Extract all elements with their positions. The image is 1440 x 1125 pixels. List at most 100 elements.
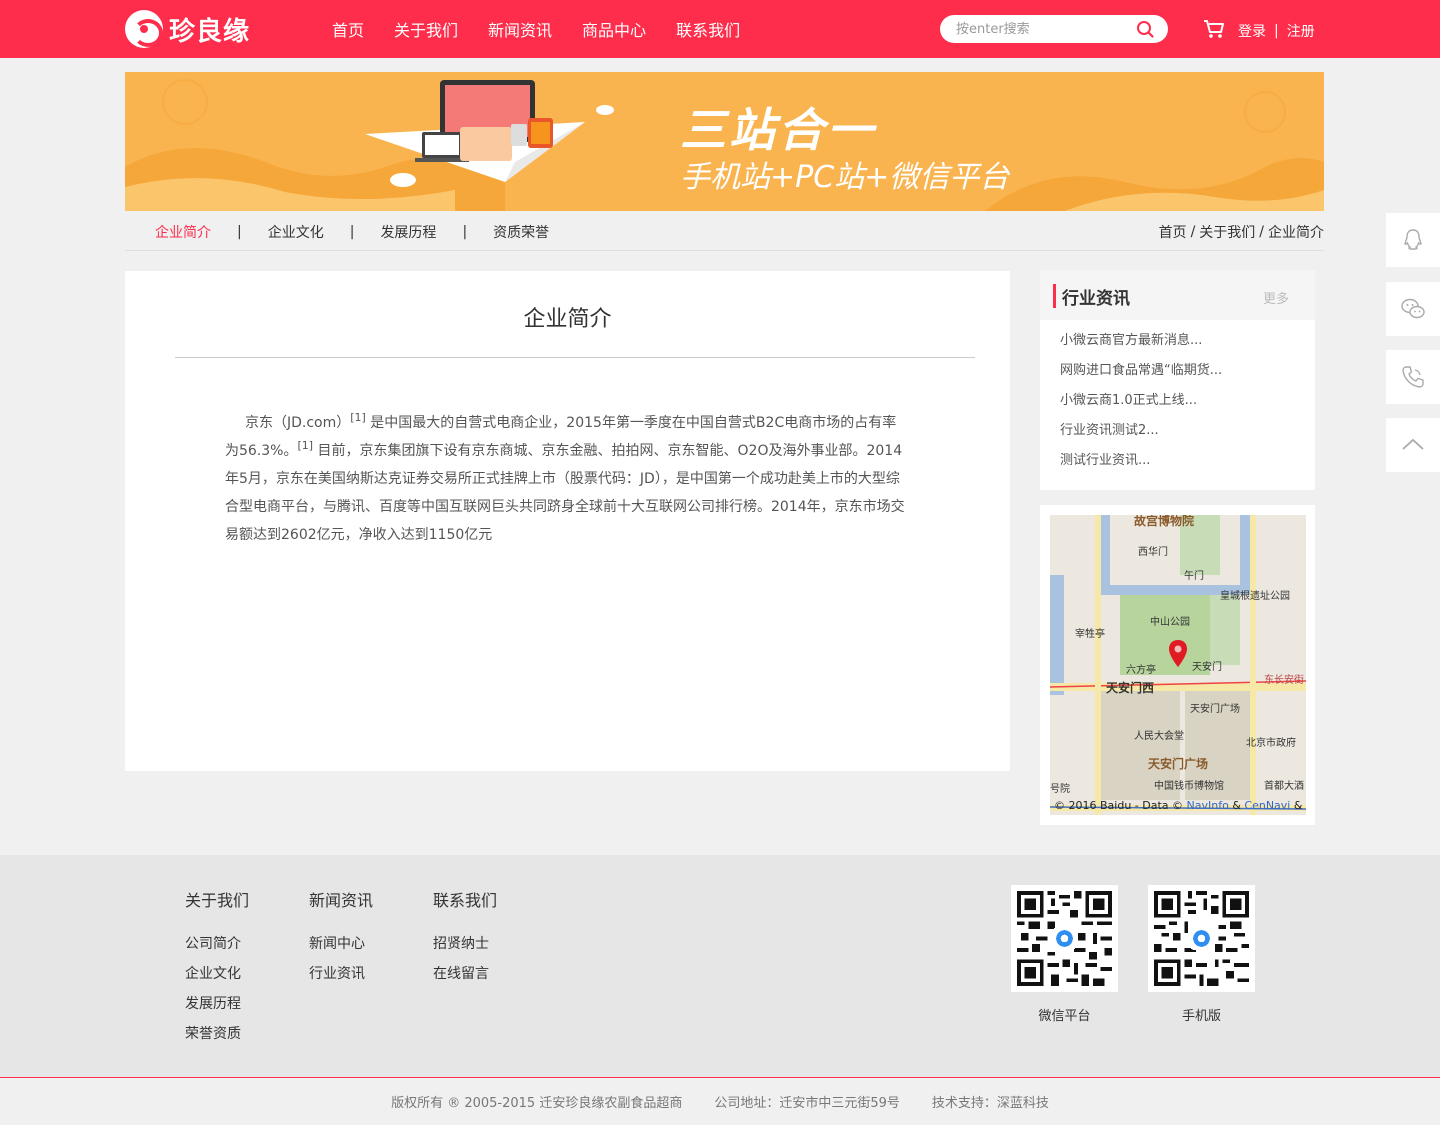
map-panel: 故宫博物院 西华门 午门 皇城根遗址公园 中山公园 宰牲亭 六方亭 天安门 天安… [1040, 505, 1315, 825]
qr-caption-wechat: 微信平台 [1038, 1009, 1091, 1024]
wechat-qr-code [1011, 885, 1118, 992]
news-list: 小微云商官方最新消息... 网购进口食品常遇“临期货... 小微云商1.0正式上… [1060, 326, 1222, 476]
float-back-to-top-button[interactable] [1386, 418, 1440, 472]
site-logo[interactable]: 珍良缘 [125, 10, 250, 48]
tab-honors[interactable]: 资质荣誉 [493, 222, 549, 242]
attribution-text: © 2016 Baidu - Data © [1054, 799, 1187, 812]
location-map[interactable]: 故宫博物院 西华门 午门 皇城根遗址公园 中山公园 宰牲亭 六方亭 天安门 天安… [1050, 515, 1306, 815]
tab-history[interactable]: 发展历程 [380, 222, 436, 242]
footer-col-title[interactable]: 关于我们 [185, 887, 249, 911]
search-icon[interactable] [1136, 20, 1154, 38]
map-label: 天安门广场 [1148, 757, 1209, 771]
article-body: 京东（JD.com）[1] 是中国最大的自营式电商企业，2015年第一季度在中国… [225, 409, 905, 549]
nav-home[interactable]: 首页 [332, 17, 364, 41]
article-text: 目前，京东集团旗下设有京东商城、京东金融、拍拍网、京东智能、O2O及海外事业部。… [225, 443, 905, 543]
map-attribution: © 2016 Baidu - Data © NavInfo & CenNavi … [1054, 797, 1306, 813]
breadcrumb-home[interactable]: 首页 [1159, 222, 1187, 242]
map-label: 人民大会堂 [1134, 731, 1184, 742]
map-pin-icon[interactable] [1167, 639, 1189, 669]
breadcrumb: 首页 / 关于我们 / 企业简介 [1159, 212, 1324, 251]
footer-link[interactable]: 行业资讯 [309, 959, 373, 989]
tab-separator: | [237, 223, 242, 240]
cart-icon[interactable] [1203, 19, 1225, 39]
attribution-link-navinfo[interactable]: NavInfo [1187, 799, 1229, 812]
title-divider [175, 357, 975, 358]
map-label: 号院 [1050, 784, 1070, 795]
news-panel-title: 行业资讯 [1062, 289, 1130, 309]
footer-link[interactable]: 企业文化 [185, 959, 249, 989]
footer-link[interactable]: 发展历程 [185, 989, 249, 1019]
attribution-link-cennavi[interactable]: CenNavi [1244, 799, 1290, 812]
footer-link[interactable]: 公司简介 [185, 929, 249, 959]
map-label: 天安门 [1192, 662, 1222, 673]
map-label: 北京市政府 [1246, 738, 1296, 749]
search-box [940, 15, 1168, 43]
wechat-icon [1401, 298, 1425, 319]
news-item[interactable]: 小微云商官方最新消息... [1060, 326, 1222, 356]
tab-culture[interactable]: 企业文化 [268, 222, 324, 242]
tab-company-intro[interactable]: 企业简介 [155, 222, 211, 242]
search-input[interactable] [956, 19, 1126, 39]
nav-contact[interactable]: 联系我们 [676, 17, 740, 41]
article-panel: 企业简介 京东（JD.com）[1] 是中国最大的自营式电商企业，2015年第一… [125, 271, 1010, 771]
map-label: 皇城根遗址公园 [1220, 591, 1290, 602]
copyright-bar: 版权所有 ® 2005-2015 迁安珍良缘农副食品超商 公司地址：迁安市中三元… [0, 1077, 1440, 1125]
map-label: 西华门 [1138, 547, 1168, 558]
news-item[interactable]: 行业资讯测试2... [1060, 416, 1222, 446]
logo-text: 珍良缘 [169, 16, 251, 47]
footer-col-about: 关于我们 公司简介 企业文化 发展历程 荣誉资质 [185, 887, 249, 1049]
more-link[interactable]: 更多 [1263, 288, 1289, 307]
nav-products[interactable]: 商品中心 [582, 17, 646, 41]
footer-col-news: 新闻资讯 新闻中心 行业资讯 [309, 887, 373, 989]
auth-divider: | [1274, 23, 1279, 39]
news-item[interactable]: 测试行业资讯... [1060, 446, 1222, 476]
login-link[interactable]: 登录 [1238, 21, 1266, 41]
qr-caption-mobile: 手机版 [1181, 1009, 1221, 1024]
map-label: 天安门西 [1106, 681, 1155, 695]
qq-icon [1404, 229, 1422, 250]
top-header: 珍良缘 首页 关于我们 新闻资讯 商品中心 联系我们 登录 | 注册 [0, 0, 1440, 58]
map-label: 中国钱币博物馆 [1154, 781, 1224, 792]
qr-code-icon [1154, 891, 1249, 986]
footer-col-title[interactable]: 联系我们 [433, 887, 497, 911]
news-item[interactable]: 网购进口食品常遇“临期货... [1060, 356, 1222, 386]
hero-banner: 三站合一 手机站+PC站+微信平台 [125, 72, 1324, 211]
breadcrumb-sep: / [1190, 223, 1196, 240]
breadcrumb-sep: / [1259, 223, 1264, 240]
breadcrumb-current: 企业简介 [1268, 224, 1324, 241]
float-phone-button[interactable] [1386, 350, 1440, 404]
float-wechat-button[interactable] [1386, 282, 1440, 336]
reference-link[interactable]: [1] [350, 411, 366, 424]
sub-navigation: 企业简介 | 企业文化 | 发展历程 | 资质荣誉 首页 / 关于我们 / 企业… [125, 212, 1324, 251]
article-title: 企业简介 [523, 307, 612, 332]
title-accent-bar [1053, 284, 1056, 308]
mobile-qr-code [1148, 885, 1255, 992]
footer-link[interactable]: 荣誉资质 [185, 1019, 249, 1049]
tab-separator: | [462, 223, 468, 240]
map-label: 宰牲亭 [1075, 629, 1105, 640]
logo-mark-icon [125, 10, 163, 48]
main-nav: 首页 关于我们 新闻资讯 商品中心 联系我们 [332, 0, 770, 58]
news-item[interactable]: 小微云商1.0正式上线... [1060, 386, 1222, 416]
tech-support: 技术支持：深蓝科技 [931, 1096, 1049, 1111]
industry-news-panel: 行业资讯 更多 小微云商官方最新消息... 网购进口食品常遇“临期货... 小微… [1040, 270, 1315, 490]
register-link[interactable]: 注册 [1287, 21, 1315, 41]
nav-news[interactable]: 新闻资讯 [488, 17, 552, 41]
breadcrumb-about[interactable]: 关于我们 [1199, 222, 1255, 242]
footer-link[interactable]: 招贤纳士 [433, 929, 497, 959]
footer-link[interactable]: 新闻中心 [309, 929, 373, 959]
footer-col-title[interactable]: 新闻资讯 [309, 887, 373, 911]
map-label: 东长安街 [1264, 675, 1304, 686]
article-text: 京东（JD.com） [245, 415, 351, 431]
tab-separator: | [349, 223, 355, 240]
banner-headline: 三站合一 [680, 103, 876, 157]
footer-link[interactable]: 在线留言 [433, 959, 497, 989]
reference-link[interactable]: [1] [297, 439, 313, 452]
phone-icon [1402, 366, 1424, 388]
auth-links: 登录 | 注册 [1238, 21, 1315, 41]
site-footer: 关于我们 公司简介 企业文化 发展历程 荣誉资质 新闻资讯 新闻中心 行业资讯 … [0, 855, 1440, 1077]
map-label: 故宫博物院 [1134, 515, 1195, 528]
attribution-text: & [1228, 799, 1245, 812]
nav-about[interactable]: 关于我们 [394, 17, 458, 41]
float-qq-button[interactable] [1386, 213, 1440, 267]
